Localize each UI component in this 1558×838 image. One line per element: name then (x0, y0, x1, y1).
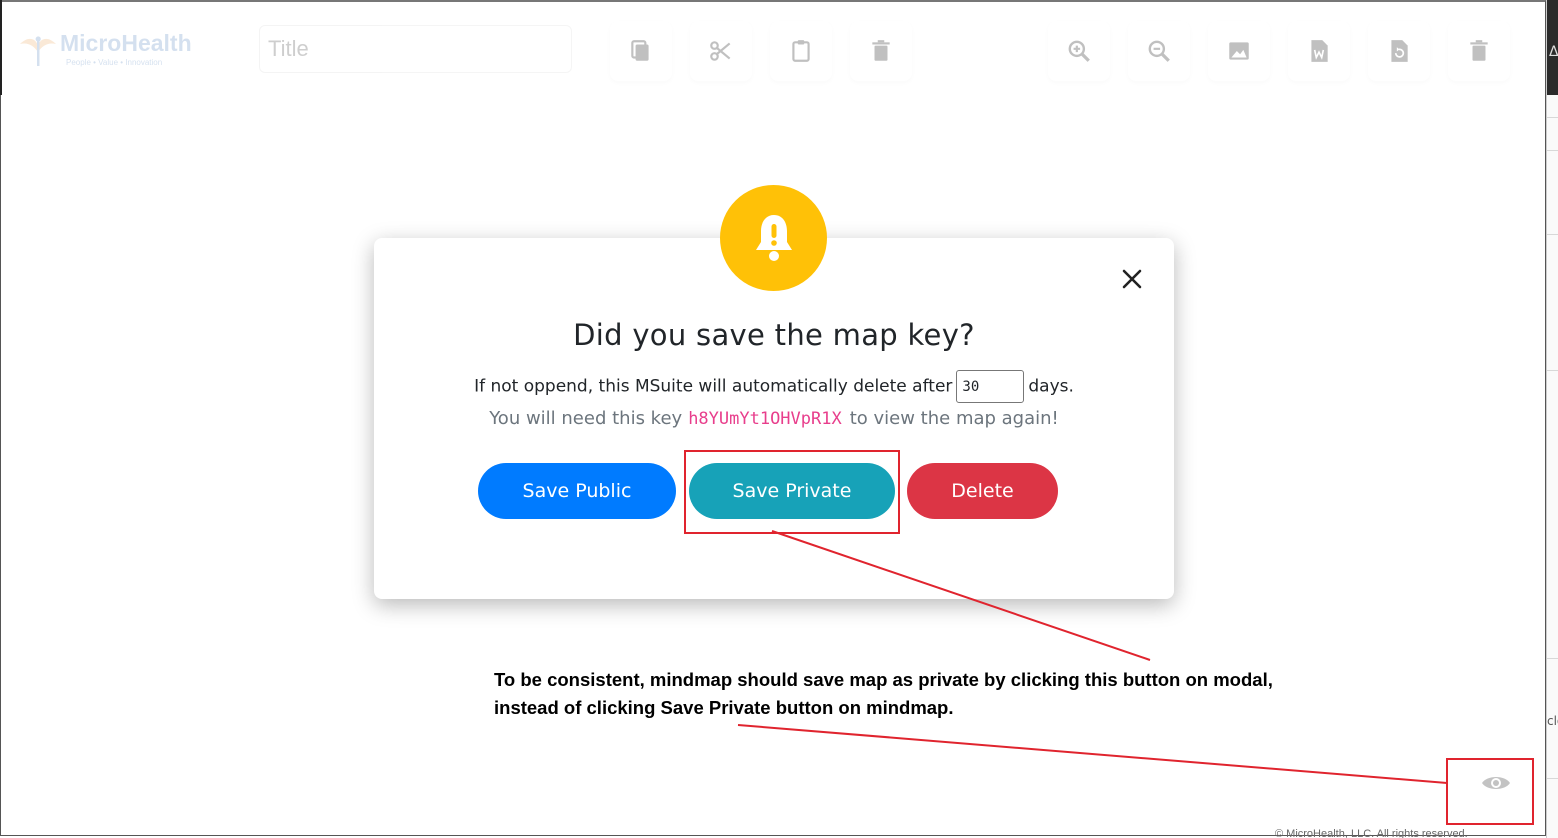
image-export-button[interactable] (1208, 21, 1270, 81)
annotation-line-2: instead of clicking Save Private button … (494, 697, 954, 718)
copy-button[interactable] (610, 21, 672, 81)
screenshot: Δ clo MicroHealth People • Value • Innov… (0, 0, 1558, 838)
divider (1547, 370, 1558, 371)
modal-title: Did you save the map key? (573, 318, 975, 352)
background-window-text: clo (1547, 714, 1558, 728)
eye-icon (1482, 777, 1510, 789)
reset-button[interactable] (1368, 21, 1430, 81)
zoom-out-icon (1148, 40, 1170, 62)
map-key-text-end: to view the map again! (849, 408, 1059, 429)
bell-exclamation-icon (755, 215, 792, 261)
microhealth-logo[interactable]: MicroHealth People • Value • Innovation (18, 28, 208, 72)
alert-badge (720, 185, 827, 291)
background-window-glyph: Δ (1549, 44, 1558, 60)
cut-button[interactable] (690, 21, 752, 81)
window-edge (0, 0, 2, 95)
reset-icon (1391, 40, 1408, 62)
background-window-header: Δ (1547, 0, 1558, 95)
word-document-icon (1311, 40, 1328, 62)
close-icon[interactable] (1118, 265, 1146, 293)
logo-text: MicroHealth (60, 30, 192, 56)
annotation-note: To be consistent, mindmap should save ma… (494, 666, 1394, 722)
annotation-highlight-box (684, 450, 900, 534)
trash-icon (872, 40, 890, 61)
visibility-toggle[interactable] (1466, 758, 1526, 808)
delete-button[interactable]: Delete (907, 463, 1058, 519)
auto-delete-message: If not oppend, this MSuite will automati… (374, 370, 1174, 403)
divider (1547, 234, 1558, 235)
days-input[interactable] (956, 370, 1025, 403)
logo-tagline: People • Value • Innovation (66, 58, 163, 67)
divider (1547, 117, 1558, 118)
delete-all-icon (1470, 40, 1488, 61)
map-key-value: h8YUmYt1OHVpR1X (688, 409, 842, 429)
divider (1547, 150, 1558, 151)
title-input[interactable] (259, 25, 572, 73)
trash-button[interactable] (850, 21, 912, 81)
annotation-line-1: To be consistent, mindmap should save ma… (494, 669, 1273, 690)
word-export-button[interactable] (1288, 21, 1350, 81)
zoom-in-button[interactable] (1048, 21, 1110, 81)
background-window-strip: Δ clo (1546, 0, 1558, 838)
paste-button[interactable] (770, 21, 832, 81)
image-icon (1229, 42, 1249, 60)
save-public-button[interactable]: Save Public (478, 463, 676, 519)
cut-icon (710, 41, 731, 61)
copy-icon (631, 40, 649, 61)
caduceus-icon (20, 36, 56, 66)
map-key-message: You will need this key h8YUmYt1OHVpR1X to … (374, 408, 1174, 429)
divider (1547, 778, 1558, 779)
auto-delete-text: If not oppend, this MSuite will automati… (474, 376, 953, 397)
zoom-out-button[interactable] (1128, 21, 1190, 81)
paste-icon (792, 40, 810, 62)
delete-all-button[interactable] (1448, 21, 1510, 81)
map-key-text: You will need this key (489, 408, 683, 429)
divider (1547, 658, 1558, 659)
footer-text: © MicroHealth, LLC. All rights reserved. (1275, 828, 1468, 838)
days-label: days. (1028, 376, 1074, 397)
zoom-in-icon (1068, 40, 1090, 62)
